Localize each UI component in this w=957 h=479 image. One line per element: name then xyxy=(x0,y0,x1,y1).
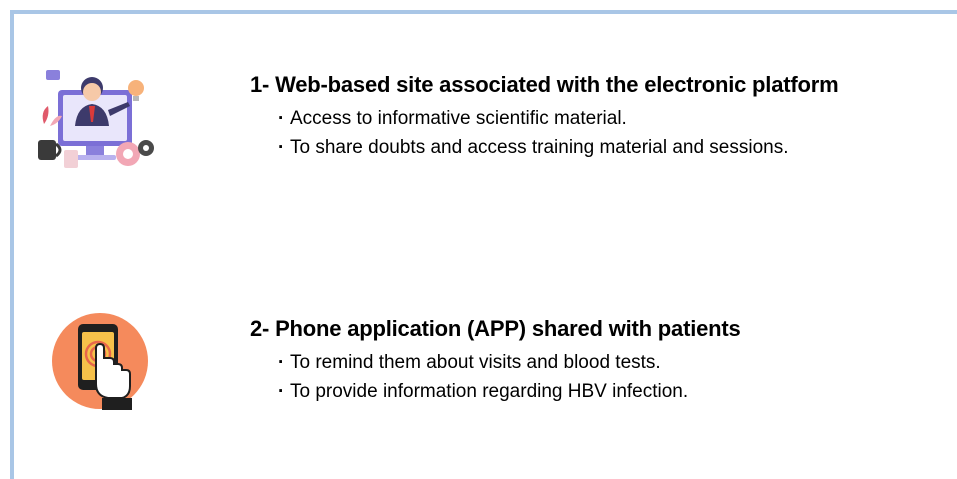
smartphone-touch-icon xyxy=(46,310,156,412)
bullet-glyph: · xyxy=(278,108,285,129)
bullet-text: To provide information regarding HBV inf… xyxy=(290,381,689,402)
bullet-item: · Access to informative scientific materi… xyxy=(278,104,789,133)
feature-title-web-platform: 1- Web-based site associated with the el… xyxy=(250,72,839,97)
bullet-text: Access to informative scientific materia… xyxy=(290,108,627,129)
bullet-item: · To share doubts and access training mat… xyxy=(278,133,789,162)
bullet-text: To remind them about visits and blood te… xyxy=(290,352,661,373)
bullet-glyph: · xyxy=(278,352,285,373)
feature-bullets-web-platform: · Access to informative scientific materi… xyxy=(278,104,789,162)
bullet-text: To share doubts and access training mate… xyxy=(290,137,789,158)
feature-bullets-phone-app: · To remind them about visits and blood t… xyxy=(278,348,688,406)
bullet-glyph: · xyxy=(278,381,285,402)
feature-title-phone-app: 2- Phone application (APP) shared with p… xyxy=(250,316,741,341)
online-training-presenter-icon xyxy=(28,66,163,178)
bullet-glyph: · xyxy=(278,137,285,158)
bullet-item: · To provide information regarding HBV in… xyxy=(278,377,688,406)
feature-item-web-platform: 1- Web-based site associated with the el… xyxy=(0,62,957,182)
frame-top-border xyxy=(10,10,957,14)
bullet-item: · To remind them about visits and blood t… xyxy=(278,348,688,377)
feature-item-phone-app: 2- Phone application (APP) shared with p… xyxy=(0,308,957,418)
